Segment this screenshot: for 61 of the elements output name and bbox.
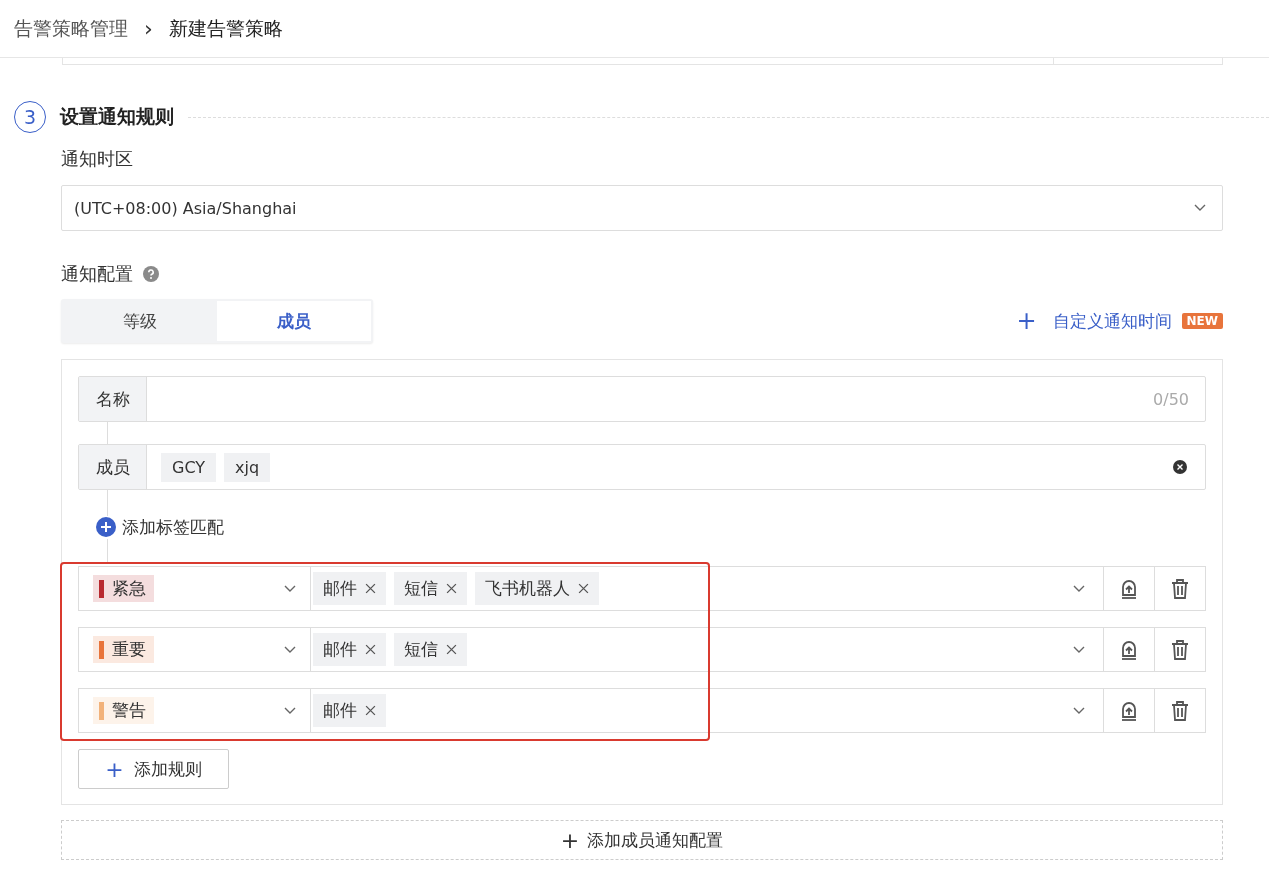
channel-select[interactable]: 邮件	[311, 688, 1104, 733]
channel-tag: 邮件	[313, 694, 386, 727]
new-badge: NEW	[1181, 313, 1223, 329]
level-tag: 紧急	[93, 575, 154, 602]
upload-button[interactable]	[1104, 566, 1155, 611]
segment-tab[interactable]: 等级	[63, 301, 217, 341]
chevron-down-icon	[284, 584, 296, 593]
field-label: 通知时区	[61, 147, 134, 171]
delete-button[interactable]	[1155, 566, 1206, 611]
channel-tag: 邮件	[313, 633, 386, 666]
add-rule-button[interactable]: + 添加规则	[78, 749, 229, 789]
channel-select[interactable]: 邮件 短信	[311, 627, 1104, 672]
trash-icon	[1170, 699, 1190, 722]
clear-icon[interactable]	[1173, 460, 1187, 474]
chevron-down-icon	[284, 706, 296, 715]
upload-button[interactable]	[1104, 688, 1155, 733]
chevron-down-icon	[1073, 584, 1085, 593]
section-title: 设置通知规则	[60, 104, 174, 129]
channel-tag: 邮件	[313, 572, 386, 605]
add-member-config-button[interactable]: + 添加成员通知配置	[61, 820, 1223, 860]
member-tag: xjq	[224, 452, 271, 482]
close-icon[interactable]	[365, 583, 376, 594]
trash-icon	[1170, 577, 1190, 600]
members-select[interactable]: 成员 GCY xjq	[78, 444, 1206, 490]
chevron-down-icon	[1073, 645, 1085, 654]
level-tag: 警告	[93, 697, 154, 724]
breadcrumb-separator: ›	[144, 16, 153, 41]
level-select[interactable]: 紧急	[78, 566, 311, 611]
bell-arrow-up-icon	[1119, 699, 1139, 722]
plus-icon: +	[1016, 307, 1037, 335]
bell-arrow-up-icon	[1119, 638, 1139, 661]
field-label: 通知配置	[61, 262, 133, 286]
chevron-down-icon	[284, 645, 296, 654]
delete-button[interactable]	[1155, 688, 1206, 733]
timezone-select[interactable]: (UTC+08:00) Asia/Shanghai	[61, 185, 1223, 231]
close-icon[interactable]	[578, 583, 589, 594]
page-title: 新建告警策略	[168, 15, 283, 41]
channel-tag: 飞书机器人	[475, 572, 599, 605]
help-icon[interactable]	[143, 266, 159, 282]
chevron-down-icon	[1073, 706, 1085, 715]
channel-tag: 短信	[394, 572, 467, 605]
chevron-down-icon	[1194, 204, 1206, 212]
upload-button[interactable]	[1104, 627, 1155, 672]
close-icon[interactable]	[446, 644, 457, 655]
channel-select[interactable]: 邮件 短信 飞书机器人	[311, 566, 1104, 611]
close-icon[interactable]	[446, 583, 457, 594]
level-tag: 重要	[93, 636, 154, 663]
breadcrumb-link[interactable]: 告警策略管理	[14, 15, 128, 42]
bell-arrow-up-icon	[1119, 577, 1139, 600]
segment-tab[interactable]: 成员	[217, 301, 371, 341]
character-counter: 0/50	[1153, 389, 1189, 409]
custom-time-link[interactable]: 自定义通知时间	[1052, 309, 1172, 333]
trash-icon	[1170, 638, 1190, 661]
close-icon[interactable]	[365, 705, 376, 716]
member-tag: GCY	[161, 452, 217, 482]
channel-tag: 短信	[394, 633, 467, 666]
level-select[interactable]: 警告	[78, 688, 311, 733]
close-icon[interactable]	[365, 644, 376, 655]
delete-button[interactable]	[1155, 627, 1206, 672]
level-select[interactable]: 重要	[78, 627, 311, 672]
name-input[interactable]: 名称 0/50	[78, 376, 1206, 422]
